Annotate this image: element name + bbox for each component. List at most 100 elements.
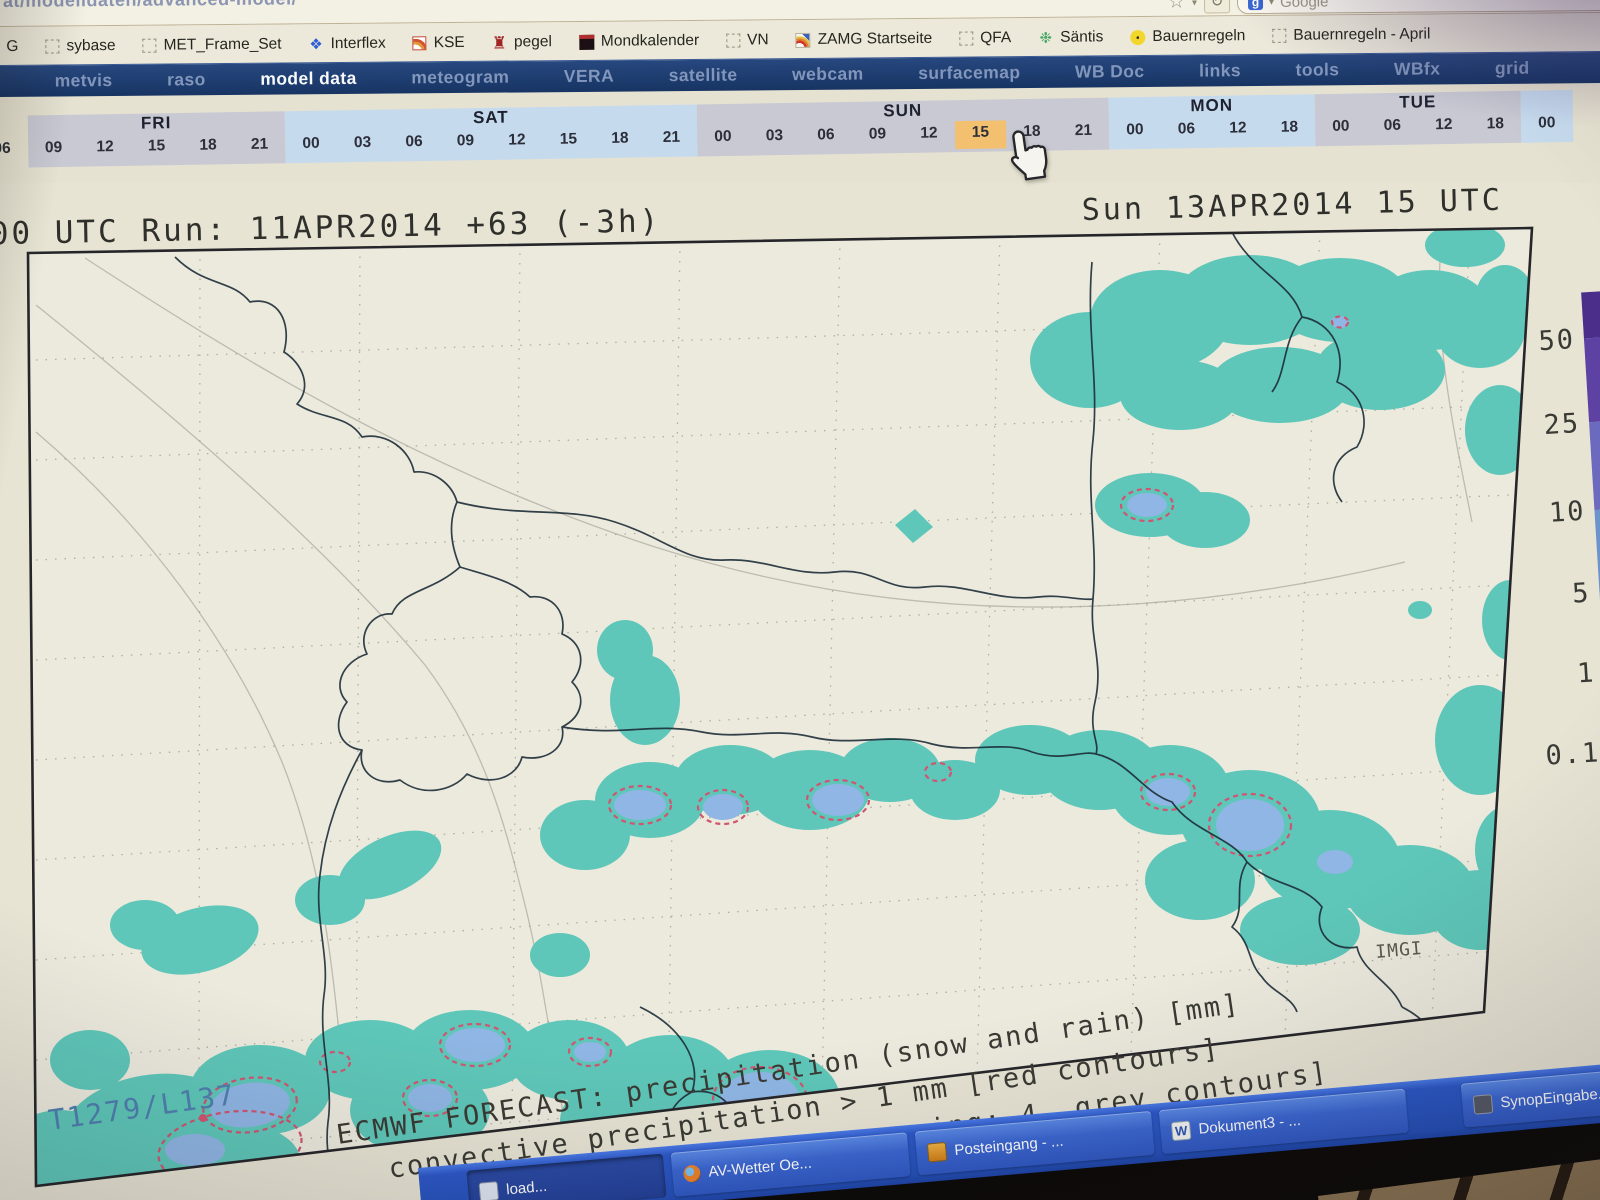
- time-step-mon-00[interactable]: 00: [1109, 118, 1161, 147]
- nav-item-meteogram[interactable]: meteogram: [411, 67, 509, 89]
- time-step-sat-00[interactable]: 00: [285, 131, 337, 160]
- bookmark-mondkalender[interactable]: Mondkalender: [579, 32, 699, 51]
- bookmark-s-ntis[interactable]: ❉ Säntis: [1038, 28, 1103, 47]
- browser-chrome: at/modelldaten/advanced-model/ ☆ ▾ ↻ g ▾…: [0, 0, 1600, 168]
- hour-row: 0003060912151821: [285, 125, 697, 160]
- time-step-sun-12[interactable]: 12: [903, 121, 955, 150]
- kse-chart-icon: [413, 36, 427, 50]
- rainbow-icon: [796, 32, 811, 47]
- time-step-fri-15[interactable]: 15: [131, 134, 183, 163]
- time-step-sun-03[interactable]: 03: [749, 124, 801, 153]
- reload-button[interactable]: ↻: [1204, 0, 1230, 13]
- dashed-box-icon: [1272, 29, 1286, 43]
- credit-label: IMGI: [1375, 938, 1424, 963]
- time-step-sat-03[interactable]: 03: [337, 131, 389, 160]
- nav-item-links[interactable]: links: [1199, 60, 1241, 81]
- bookmark-kse[interactable]: KSE: [413, 34, 465, 52]
- nav-item-wbfx[interactable]: WBfx: [1394, 58, 1441, 79]
- time-step-tue-12[interactable]: 12: [1418, 113, 1470, 142]
- red-castle-icon: ♜: [492, 35, 507, 50]
- legend-value-label: 25: [1543, 408, 1581, 441]
- bookmark-g[interactable]: G: [0, 38, 19, 56]
- time-step-tue-06[interactable]: 06: [1366, 113, 1418, 142]
- bookmark-star-icon[interactable]: ☆: [1168, 0, 1185, 13]
- taskbar-button-label: Dokument3 - ...: [1198, 1111, 1302, 1137]
- time-step-mon-18[interactable]: 18: [1263, 115, 1315, 144]
- moon-calendar-icon: [579, 34, 594, 49]
- bookmark-qfa[interactable]: QFA: [959, 29, 1011, 47]
- time-step-sun-21[interactable]: 21: [1057, 119, 1109, 148]
- time-step-sat-21[interactable]: 21: [646, 125, 698, 154]
- bookmark-bauernregeln[interactable]: Bauernregeln: [1130, 27, 1245, 46]
- mouse-cursor-pointer: [1006, 128, 1052, 182]
- time-step-fri-21[interactable]: 21: [234, 132, 286, 161]
- star-dropdown-icon[interactable]: ▾: [1192, 0, 1197, 8]
- day-group-fri: FRI0912151821: [27, 111, 285, 167]
- google-favicon: g: [1248, 0, 1263, 10]
- bookmark-label: ZAMG Startseite: [818, 30, 933, 49]
- legend-value-label: 50: [1538, 324, 1576, 357]
- time-step-fri-12[interactable]: 12: [79, 135, 131, 164]
- dashed-box-icon: [45, 39, 59, 53]
- time-step-fri-09[interactable]: 09: [28, 136, 80, 165]
- time-step-sat-06[interactable]: 06: [388, 130, 440, 159]
- day-label: [0, 116, 28, 137]
- taskbar-button-label: AV-Wetter Oe...: [708, 1154, 813, 1180]
- nav-item-model-data[interactable]: model data: [260, 68, 357, 90]
- time-step-sat-18[interactable]: 18: [594, 126, 646, 155]
- bookmark-label: Interflex: [330, 35, 385, 53]
- firefox-icon: [683, 1164, 701, 1182]
- terminal-icon: [1473, 1094, 1494, 1115]
- time-step-06[interactable]: 06: [0, 137, 28, 166]
- nav-item-grid[interactable]: grid: [1495, 58, 1530, 79]
- bookmark-interflex[interactable]: ❖Interflex: [308, 35, 385, 54]
- nav-item-vera[interactable]: VERA: [564, 66, 614, 87]
- day-label: [1521, 90, 1573, 112]
- nav-item-surfacemap[interactable]: surfacemap: [918, 62, 1020, 84]
- bookmark-pegel[interactable]: ♜pegel: [492, 33, 552, 52]
- bookmark-label: KSE: [434, 34, 465, 52]
- bookmark-label: Säntis: [1060, 28, 1103, 46]
- time-step-mon-06[interactable]: 06: [1160, 117, 1212, 146]
- nav-item-raso[interactable]: raso: [167, 69, 206, 90]
- time-step-sun-06[interactable]: 06: [800, 123, 852, 152]
- time-step-sat-15[interactable]: 15: [543, 127, 595, 156]
- search-placeholder: Google: [1280, 0, 1329, 10]
- day-group-edge-6: 00: [1521, 90, 1573, 143]
- time-step-sun-15[interactable]: 15: [954, 120, 1006, 149]
- taskbar-button-label: SynopEingabe...: [1500, 1084, 1600, 1111]
- time-step-tue-00[interactable]: 00: [1315, 114, 1367, 143]
- time-step-00[interactable]: 00: [1521, 111, 1573, 140]
- bookmark-zamg-startseite[interactable]: ZAMG Startseite: [796, 30, 933, 49]
- hour-row: 06: [0, 137, 28, 165]
- time-step-sun-00[interactable]: 00: [697, 125, 749, 154]
- search-engine-dropdown-icon[interactable]: ▾: [1269, 0, 1274, 7]
- bookmark-label: Bauernregeln: [1152, 27, 1245, 46]
- time-step-mon-12[interactable]: 12: [1212, 116, 1264, 145]
- bookmark-label: QFA: [980, 29, 1011, 47]
- dashed-box-icon: [142, 39, 156, 53]
- time-step-sat-12[interactable]: 12: [491, 128, 543, 157]
- time-step-fri-18[interactable]: 18: [182, 133, 234, 162]
- taskbar-button-load[interactable]: load...: [466, 1154, 666, 1200]
- hour-row: 0912151821: [28, 132, 286, 164]
- bookmark-bauernregeln-april[interactable]: Bauernregeln - April: [1272, 26, 1430, 45]
- time-step-sun-09[interactable]: 09: [851, 122, 903, 151]
- nav-item-webcam[interactable]: webcam: [792, 63, 864, 85]
- bookmark-label: VN: [747, 31, 769, 49]
- hour-row: 00061218: [1315, 112, 1521, 143]
- bookmark-sybase[interactable]: sybase: [45, 37, 115, 56]
- bookmark-met-frame-set[interactable]: MET_Frame_Set: [142, 36, 281, 55]
- nav-item-metvis[interactable]: metvis: [55, 70, 113, 92]
- legend-value-label: 10: [1548, 496, 1586, 529]
- nav-item-satellite[interactable]: satellite: [669, 65, 738, 87]
- nav-item-wb-doc[interactable]: WB Doc: [1075, 61, 1145, 83]
- bookmark-label: MET_Frame_Set: [163, 36, 281, 55]
- hour-row: 00: [1521, 111, 1573, 140]
- green-sparkle-icon: ❉: [1038, 30, 1053, 45]
- time-step-tue-18[interactable]: 18: [1469, 112, 1521, 141]
- day-group-edge-0: 06: [0, 116, 28, 168]
- bookmark-vn[interactable]: VN: [726, 31, 769, 49]
- nav-item-tools[interactable]: tools: [1295, 59, 1339, 80]
- time-step-sat-09[interactable]: 09: [440, 129, 492, 158]
